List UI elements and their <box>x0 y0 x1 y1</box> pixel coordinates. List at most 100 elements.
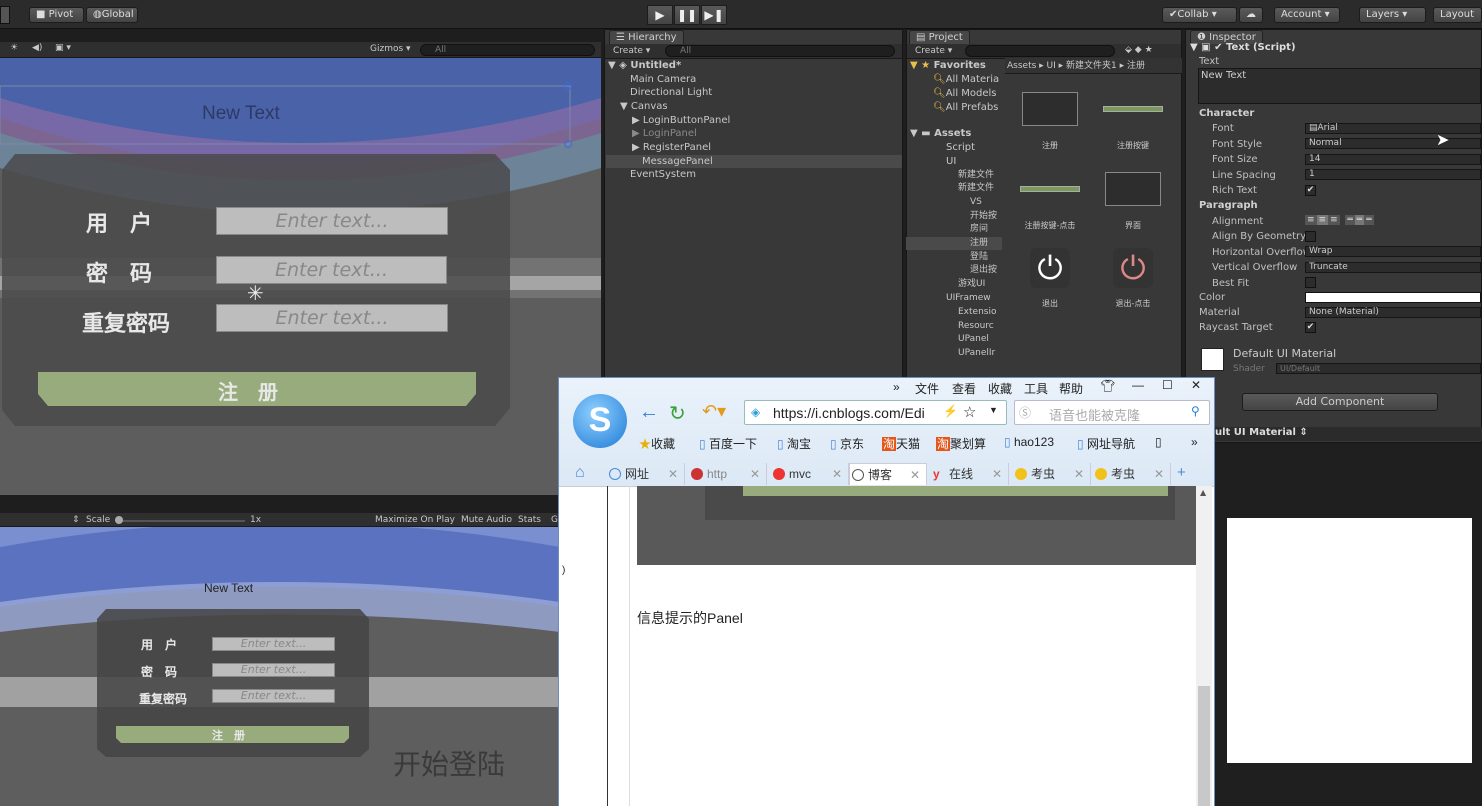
favorites-header[interactable]: ▼ ★ Favorites <box>910 59 986 72</box>
tree-item[interactable]: 新建文件 <box>958 182 994 195</box>
tree-item[interactable]: 开始按 <box>970 210 997 223</box>
menu-expand-icon[interactable]: » <box>893 380 900 394</box>
favorite-star-icon[interactable]: ☆ <box>963 403 976 421</box>
new-tab-button[interactable]: + <box>1177 464 1186 481</box>
vertical-overflow-dropdown[interactable]: Truncate <box>1305 262 1481 273</box>
hierarchy-item-registerpanel[interactable]: ▶ RegisterPanel <box>632 141 711 154</box>
game-view[interactable]: New Text 用 户 密 码 重复密码 Enter text... Ente… <box>0 527 560 806</box>
step-button[interactable]: ▶❚ <box>701 5 727 25</box>
tree-item[interactable]: 房间 <box>970 223 988 236</box>
stats-toggle[interactable]: Stats <box>518 515 541 525</box>
align-bottom-icon[interactable]: ═ <box>1364 215 1374 225</box>
bookmark-item[interactable]: ★收藏 <box>639 435 675 452</box>
play-button[interactable]: ▶ <box>647 5 673 25</box>
project-create-button[interactable]: Create ▾ <box>915 46 952 56</box>
scale-slider[interactable] <box>115 516 245 524</box>
address-dropdown-icon[interactable]: ▼ <box>989 405 998 415</box>
tab-close-icon[interactable]: ✕ <box>1074 463 1084 485</box>
maximize-icon[interactable]: ☐ <box>1162 378 1173 392</box>
tree-item[interactable]: 退出按 <box>970 264 997 277</box>
skin-icon[interactable]: 👕︎ <box>1100 379 1115 393</box>
align-center-icon[interactable]: ≡ <box>1316 215 1329 225</box>
shader-dropdown[interactable]: UI/Default <box>1276 363 1481 374</box>
back-icon[interactable]: ← <box>639 401 659 424</box>
hierarchy-item-loginpanel[interactable]: ▶ LoginPanel <box>632 127 697 140</box>
color-swatch[interactable] <box>1305 292 1481 303</box>
refresh-icon[interactable]: ↻ <box>669 401 686 426</box>
move-gizmo-icon[interactable]: ✳ <box>247 281 264 305</box>
bookmark-item[interactable]: ▯ 百度一下 <box>699 435 757 452</box>
game-username-input[interactable]: Enter text... <box>212 637 335 651</box>
sun-icon[interactable]: ☀ <box>10 43 18 53</box>
tree-item[interactable]: VS <box>970 196 982 209</box>
font-size-field[interactable]: 14 <box>1305 154 1481 165</box>
component-enable-checkbox[interactable]: ▼ ▣ ✔ <box>1190 42 1222 53</box>
browser-tab[interactable]: 考虫 ✕ <box>1093 463 1171 485</box>
asset-tile[interactable]: ⏻ 退出-点击 <box>1098 248 1168 309</box>
close-icon[interactable]: ✕ <box>1191 378 1201 392</box>
tab-close-icon[interactable]: ✕ <box>910 464 920 485</box>
tree-item[interactable]: Extensio <box>958 306 996 319</box>
scene-username-input[interactable]: Enter text... <box>216 207 448 235</box>
gizmos-button[interactable]: Gizmos ▾ <box>370 44 411 54</box>
bookmark-item[interactable]: ▯ 淘宝 <box>777 435 811 452</box>
tree-item[interactable]: UPanelIr <box>958 347 995 360</box>
favorite-item[interactable]: 🔍︎All Models <box>933 87 997 100</box>
favorite-item[interactable]: 🔍︎All Materia <box>933 73 999 86</box>
scroll-up-icon[interactable]: ▲ <box>1200 488 1206 497</box>
browser-scrollbar[interactable]: ▲ <box>1196 486 1212 806</box>
display-dropdown[interactable]: ⇕ <box>72 515 80 525</box>
browser-tab[interactable]: 网址 ✕ <box>607 463 685 485</box>
maximize-on-play-toggle[interactable]: Maximize On Play <box>375 515 455 525</box>
scene-password-input[interactable]: Enter text... <box>216 256 447 284</box>
font-field[interactable]: ▤Arial <box>1305 123 1481 134</box>
asset-tile[interactable]: 注册按键-点击 <box>1015 172 1085 231</box>
project-search-input[interactable] <box>965 45 1115 57</box>
horizontal-overflow-dropdown[interactable]: Wrap <box>1305 246 1481 257</box>
scene-search-input[interactable]: All <box>420 44 595 56</box>
layers-button[interactable]: Layers ▾ <box>1359 7 1426 23</box>
rich-text-checkbox[interactable]: ✔ <box>1305 185 1316 196</box>
search-icon[interactable]: ⚲ <box>1191 404 1200 418</box>
tab-hierarchy[interactable]: ☰ Hierarchy <box>609 30 684 44</box>
bookmark-overflow-icon[interactable]: ▯ <box>1155 435 1162 449</box>
layout-button[interactable]: Layout <box>1433 7 1482 23</box>
browser-tab[interactable]: mvc ✕ <box>771 463 849 485</box>
align-by-geometry-checkbox[interactable] <box>1305 231 1316 242</box>
bookmark-item[interactable]: ▯ 京东 <box>830 435 864 452</box>
tab-close-icon[interactable]: ✕ <box>992 463 1002 485</box>
browser-tab[interactable]: 考虫 ✕ <box>1013 463 1091 485</box>
url-text[interactable]: https://i.cnblogs.com/Edi <box>773 405 925 421</box>
tab-project[interactable]: ▤ Project <box>909 30 970 44</box>
undo-icon[interactable]: ↶▾ <box>702 401 726 422</box>
game-register-button[interactable]: 注 册 <box>212 727 245 743</box>
align-right-icon[interactable]: ≡ <box>1328 215 1340 225</box>
tree-item[interactable]: 注册 <box>906 237 1002 250</box>
menu-file[interactable]: 文件 <box>915 380 939 397</box>
text-field[interactable]: New Text <box>1198 68 1481 104</box>
asset-tile[interactable]: 注册 <box>1015 92 1085 151</box>
bookmark-item[interactable]: ▯ 网址导航 <box>1077 435 1135 452</box>
hierarchy-item-canvas[interactable]: ▼ Canvas <box>620 100 668 113</box>
effects-icon[interactable]: ▣ ▾ <box>55 43 71 53</box>
tab-close-icon[interactable]: ✕ <box>832 463 842 485</box>
hierarchy-item-directional-light[interactable]: Directional Light <box>630 86 712 99</box>
hierarchy-item-messagepanel[interactable]: MessagePanel <box>606 155 902 168</box>
scene-view[interactable]: New Text 用 户 密 码 重复密码 Enter text... Ente… <box>0 58 601 495</box>
browser-tab-active[interactable]: 博客 ✕ <box>849 463 927 485</box>
hierarchy-item-eventsystem[interactable]: EventSystem <box>630 168 696 181</box>
add-component-button[interactable]: Add Component <box>1242 393 1438 411</box>
browser-tab[interactable]: http ✕ <box>689 463 767 485</box>
collapse-arrow-icon[interactable]: ▶ <box>632 142 643 153</box>
tab-close-icon[interactable]: ✕ <box>668 463 678 485</box>
tree-item[interactable]: 游戏UI <box>958 278 985 291</box>
bookmarks-more-icon[interactable]: » <box>1191 435 1198 449</box>
material-field[interactable]: None (Material) <box>1305 307 1481 318</box>
menu-view[interactable]: 查看 <box>952 380 976 397</box>
breadcrumb-item[interactable]: 注册 <box>1127 61 1145 71</box>
scrollbar-thumb[interactable] <box>1198 686 1210 806</box>
filter-icons[interactable]: ⬙ ◆ ★ <box>1125 45 1153 55</box>
hierarchy-item-main-camera[interactable]: Main Camera <box>630 73 696 86</box>
align-left-icon[interactable]: ≡ <box>1305 215 1317 225</box>
align-middle-icon[interactable]: ═ <box>1354 215 1365 225</box>
